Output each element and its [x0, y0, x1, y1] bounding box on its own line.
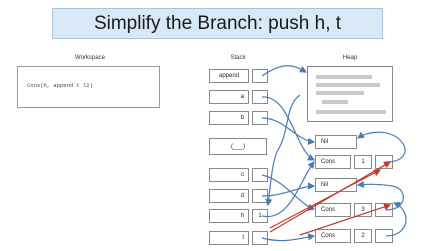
pointer-arrows: [261, 65, 407, 242]
arrow-b-to-nil: [261, 117, 316, 145]
arrow-cons2-tail: [356, 180, 404, 211]
arrow-append-to-closure: [261, 65, 308, 77]
red-arrow-3: [299, 203, 392, 236]
arrow-cons1-tail: [357, 131, 406, 163]
arrow-t-to-cons3: [261, 233, 316, 242]
red-arrow-2: [269, 169, 382, 229]
